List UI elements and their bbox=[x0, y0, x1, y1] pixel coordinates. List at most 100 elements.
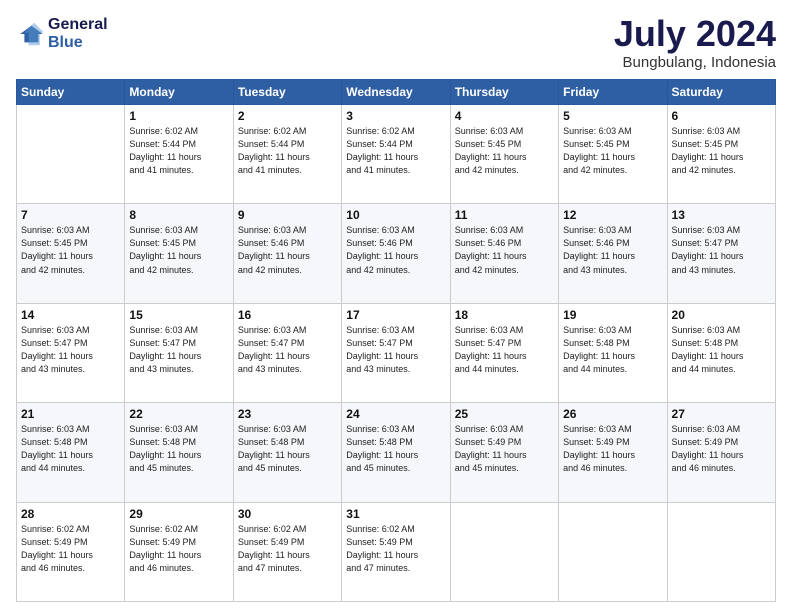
day-info: Sunrise: 6:03 AM Sunset: 5:47 PM Dayligh… bbox=[672, 224, 771, 276]
day-info: Sunrise: 6:03 AM Sunset: 5:48 PM Dayligh… bbox=[672, 324, 771, 376]
week-row-1: 1 Sunrise: 6:02 AM Sunset: 5:44 PM Daylig… bbox=[17, 105, 776, 204]
calendar-cell: 14 Sunrise: 6:03 AM Sunset: 5:47 PM Dayli… bbox=[17, 303, 125, 402]
week-row-5: 28 Sunrise: 6:02 AM Sunset: 5:49 PM Dayli… bbox=[17, 502, 776, 601]
day-number: 27 bbox=[672, 407, 771, 421]
day-info: Sunrise: 6:03 AM Sunset: 5:49 PM Dayligh… bbox=[563, 423, 662, 475]
calendar-cell: 7 Sunrise: 6:03 AM Sunset: 5:45 PM Daylig… bbox=[17, 204, 125, 303]
page: General Blue July 2024 Bungbulang, Indon… bbox=[0, 0, 792, 612]
day-number: 25 bbox=[455, 407, 554, 421]
calendar-cell: 11 Sunrise: 6:03 AM Sunset: 5:46 PM Dayli… bbox=[450, 204, 558, 303]
calendar-cell: 13 Sunrise: 6:03 AM Sunset: 5:47 PM Dayli… bbox=[667, 204, 775, 303]
weekday-header-monday: Monday bbox=[125, 80, 233, 105]
calendar-cell: 10Sunrise: 6:03 AM Sunset: 5:46 PM Dayli… bbox=[342, 204, 450, 303]
day-number: 3 bbox=[346, 109, 445, 123]
calendar-cell: 28Sunrise: 6:02 AM Sunset: 5:49 PM Dayli… bbox=[17, 502, 125, 601]
day-info: Sunrise: 6:03 AM Sunset: 5:45 PM Dayligh… bbox=[21, 224, 120, 276]
day-number: 18 bbox=[455, 308, 554, 322]
calendar-cell: 22Sunrise: 6:03 AM Sunset: 5:48 PM Dayli… bbox=[125, 403, 233, 502]
day-number: 24 bbox=[346, 407, 445, 421]
day-info: Sunrise: 6:02 AM Sunset: 5:49 PM Dayligh… bbox=[129, 523, 228, 575]
month-title: July 2024 bbox=[614, 16, 776, 52]
day-number: 11 bbox=[455, 208, 554, 222]
calendar-cell: 31 Sunrise: 6:02 AM Sunset: 5:49 PM Dayli… bbox=[342, 502, 450, 601]
title-block: July 2024 Bungbulang, Indonesia bbox=[614, 16, 776, 71]
header: General Blue July 2024 Bungbulang, Indon… bbox=[16, 16, 776, 71]
calendar-cell: 24 Sunrise: 6:03 AM Sunset: 5:48 PM Dayli… bbox=[342, 403, 450, 502]
day-number: 26 bbox=[563, 407, 662, 421]
day-number: 12 bbox=[563, 208, 662, 222]
day-info: Sunrise: 6:03 AM Sunset: 5:48 PM Dayligh… bbox=[346, 423, 445, 475]
day-info: Sunrise: 6:02 AM Sunset: 5:49 PM Dayligh… bbox=[346, 523, 445, 575]
calendar-cell: 2Sunrise: 6:02 AM Sunset: 5:44 PM Daylig… bbox=[233, 105, 341, 204]
day-number: 1 bbox=[129, 109, 228, 123]
calendar-cell: 8Sunrise: 6:03 AM Sunset: 5:45 PM Daylig… bbox=[125, 204, 233, 303]
day-number: 20 bbox=[672, 308, 771, 322]
day-number: 13 bbox=[672, 208, 771, 222]
logo-icon bbox=[16, 20, 44, 48]
weekday-header-row: SundayMondayTuesdayWednesdayThursdayFrid… bbox=[17, 80, 776, 105]
calendar-cell: 12Sunrise: 6:03 AM Sunset: 5:46 PM Dayli… bbox=[559, 204, 667, 303]
day-info: Sunrise: 6:03 AM Sunset: 5:49 PM Dayligh… bbox=[672, 423, 771, 475]
day-number: 31 bbox=[346, 507, 445, 521]
day-info: Sunrise: 6:03 AM Sunset: 5:48 PM Dayligh… bbox=[563, 324, 662, 376]
calendar-cell: 23 Sunrise: 6:03 AM Sunset: 5:48 PM Dayli… bbox=[233, 403, 341, 502]
calendar-cell: 17 Sunrise: 6:03 AM Sunset: 5:47 PM Dayli… bbox=[342, 303, 450, 402]
day-number: 4 bbox=[455, 109, 554, 123]
day-info: Sunrise: 6:03 AM Sunset: 5:47 PM Dayligh… bbox=[129, 324, 228, 376]
day-number: 19 bbox=[563, 308, 662, 322]
day-info: Sunrise: 6:02 AM Sunset: 5:49 PM Dayligh… bbox=[238, 523, 337, 575]
day-info: Sunrise: 6:03 AM Sunset: 5:46 PM Dayligh… bbox=[455, 224, 554, 276]
day-info: Sunrise: 6:03 AM Sunset: 5:47 PM Dayligh… bbox=[346, 324, 445, 376]
logo: General Blue bbox=[16, 16, 108, 51]
day-number: 15 bbox=[129, 308, 228, 322]
calendar-cell: 3 Sunrise: 6:02 AM Sunset: 5:44 PM Daylig… bbox=[342, 105, 450, 204]
day-number: 10 bbox=[346, 208, 445, 222]
calendar-cell: 29Sunrise: 6:02 AM Sunset: 5:49 PM Dayli… bbox=[125, 502, 233, 601]
calendar-cell: 9 Sunrise: 6:03 AM Sunset: 5:46 PM Daylig… bbox=[233, 204, 341, 303]
day-info: Sunrise: 6:03 AM Sunset: 5:48 PM Dayligh… bbox=[238, 423, 337, 475]
day-number: 14 bbox=[21, 308, 120, 322]
weekday-header-thursday: Thursday bbox=[450, 80, 558, 105]
day-info: Sunrise: 6:03 AM Sunset: 5:47 PM Dayligh… bbox=[238, 324, 337, 376]
calendar-table: SundayMondayTuesdayWednesdayThursdayFrid… bbox=[16, 79, 776, 602]
day-number: 28 bbox=[21, 507, 120, 521]
day-info: Sunrise: 6:03 AM Sunset: 5:46 PM Dayligh… bbox=[238, 224, 337, 276]
day-number: 30 bbox=[238, 507, 337, 521]
day-info: Sunrise: 6:03 AM Sunset: 5:47 PM Dayligh… bbox=[455, 324, 554, 376]
calendar-cell bbox=[559, 502, 667, 601]
calendar-cell: 26 Sunrise: 6:03 AM Sunset: 5:49 PM Dayli… bbox=[559, 403, 667, 502]
calendar-cell: 19 Sunrise: 6:03 AM Sunset: 5:48 PM Dayli… bbox=[559, 303, 667, 402]
weekday-header-saturday: Saturday bbox=[667, 80, 775, 105]
calendar-cell: 15 Sunrise: 6:03 AM Sunset: 5:47 PM Dayli… bbox=[125, 303, 233, 402]
calendar-cell: 16Sunrise: 6:03 AM Sunset: 5:47 PM Dayli… bbox=[233, 303, 341, 402]
week-row-3: 14 Sunrise: 6:03 AM Sunset: 5:47 PM Dayli… bbox=[17, 303, 776, 402]
calendar-cell: 18 Sunrise: 6:03 AM Sunset: 5:47 PM Dayli… bbox=[450, 303, 558, 402]
calendar-cell: 27 Sunrise: 6:03 AM Sunset: 5:49 PM Dayli… bbox=[667, 403, 775, 502]
day-info: Sunrise: 6:03 AM Sunset: 5:49 PM Dayligh… bbox=[455, 423, 554, 475]
day-number: 23 bbox=[238, 407, 337, 421]
day-info: Sunrise: 6:03 AM Sunset: 5:45 PM Dayligh… bbox=[455, 125, 554, 177]
day-number: 2 bbox=[238, 109, 337, 123]
week-row-2: 7 Sunrise: 6:03 AM Sunset: 5:45 PM Daylig… bbox=[17, 204, 776, 303]
day-number: 17 bbox=[346, 308, 445, 322]
calendar-cell: 30 Sunrise: 6:02 AM Sunset: 5:49 PM Dayli… bbox=[233, 502, 341, 601]
calendar-cell: 21Sunrise: 6:03 AM Sunset: 5:48 PM Dayli… bbox=[17, 403, 125, 502]
day-number: 5 bbox=[563, 109, 662, 123]
logo-text: General Blue bbox=[48, 16, 108, 51]
calendar-cell: 5Sunrise: 6:03 AM Sunset: 5:45 PM Daylig… bbox=[559, 105, 667, 204]
day-info: Sunrise: 6:03 AM Sunset: 5:48 PM Dayligh… bbox=[21, 423, 120, 475]
weekday-header-tuesday: Tuesday bbox=[233, 80, 341, 105]
day-number: 7 bbox=[21, 208, 120, 222]
day-info: Sunrise: 6:03 AM Sunset: 5:47 PM Dayligh… bbox=[21, 324, 120, 376]
weekday-header-sunday: Sunday bbox=[17, 80, 125, 105]
day-info: Sunrise: 6:02 AM Sunset: 5:44 PM Dayligh… bbox=[346, 125, 445, 177]
calendar-cell: 1Sunrise: 6:02 AM Sunset: 5:44 PM Daylig… bbox=[125, 105, 233, 204]
calendar-cell: 6Sunrise: 6:03 AM Sunset: 5:45 PM Daylig… bbox=[667, 105, 775, 204]
day-info: Sunrise: 6:03 AM Sunset: 5:45 PM Dayligh… bbox=[672, 125, 771, 177]
location-subtitle: Bungbulang, Indonesia bbox=[614, 54, 776, 71]
week-row-4: 21Sunrise: 6:03 AM Sunset: 5:48 PM Dayli… bbox=[17, 403, 776, 502]
day-number: 9 bbox=[238, 208, 337, 222]
day-number: 8 bbox=[129, 208, 228, 222]
calendar-cell bbox=[450, 502, 558, 601]
weekday-header-friday: Friday bbox=[559, 80, 667, 105]
